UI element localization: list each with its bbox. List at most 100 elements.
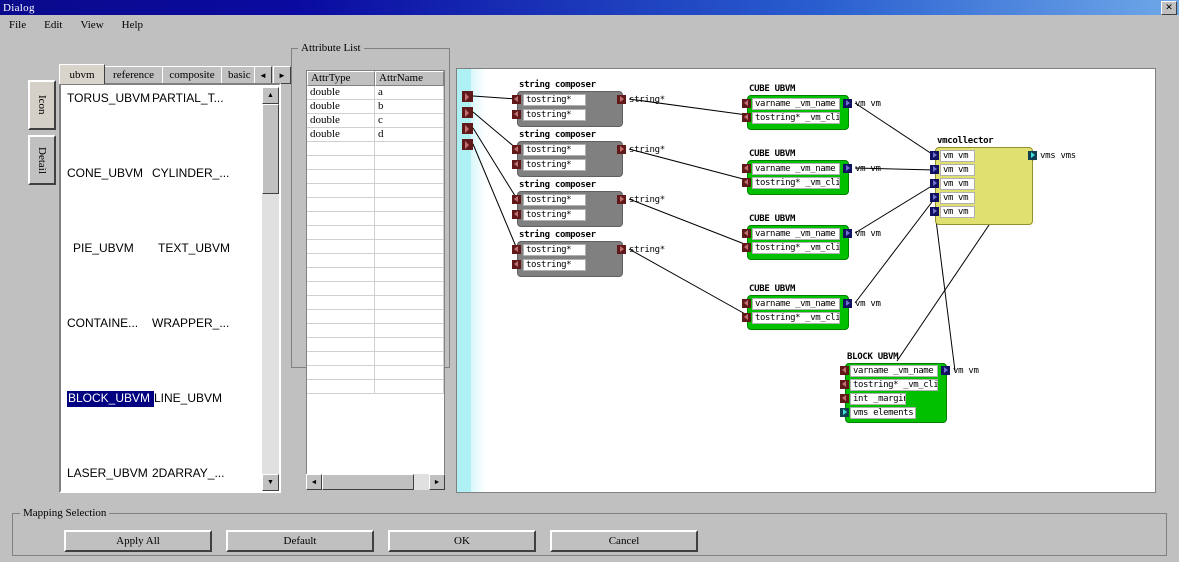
menu-item-view[interactable]: View xyxy=(71,17,112,33)
node-vmcollector[interactable]: vmcollector vm vm vm vm vm vm vm vm vm v… xyxy=(930,136,1076,225)
cell-attrname[interactable]: c xyxy=(375,114,444,128)
input-port[interactable] xyxy=(742,299,751,308)
cell-attrtype[interactable] xyxy=(307,296,375,310)
hscrollbar-thumb[interactable] xyxy=(322,474,414,490)
input-port[interactable] xyxy=(742,99,751,108)
output-port[interactable] xyxy=(1028,151,1037,160)
input-port[interactable] xyxy=(512,95,521,104)
table-row-empty[interactable] xyxy=(307,310,444,324)
output-port[interactable] xyxy=(941,366,950,375)
node-cube-ubvm[interactable]: CUBE UBVM varname _vm_name tostring* _vm… xyxy=(742,84,881,130)
cell-attrname[interactable] xyxy=(375,184,444,198)
cell-attrname[interactable] xyxy=(375,296,444,310)
table-row-empty[interactable] xyxy=(307,380,444,394)
cell-attrname[interactable] xyxy=(375,226,444,240)
table-row-empty[interactable] xyxy=(307,366,444,380)
hscroll-left-icon[interactable]: ◄ xyxy=(306,474,322,490)
input-port[interactable] xyxy=(742,313,751,322)
cell-attrname[interactable]: a xyxy=(375,86,444,100)
node-string-composer[interactable]: string composer tostring* tostring* stri… xyxy=(512,180,665,227)
input-port[interactable] xyxy=(512,145,521,154)
column-header-attrtype[interactable]: AttrType xyxy=(307,71,375,86)
menu-item-help[interactable]: Help xyxy=(113,17,152,33)
hscroll-right-icon[interactable]: ► xyxy=(429,474,445,490)
table-row-empty[interactable] xyxy=(307,268,444,282)
cell-attrname[interactable] xyxy=(375,310,444,324)
list-item-col2[interactable]: WRAPPER_... xyxy=(152,316,229,332)
input-port[interactable] xyxy=(840,408,849,417)
cell-attrname[interactable] xyxy=(375,170,444,184)
attribute-table[interactable]: AttrType AttrName double a double b double… xyxy=(306,70,445,480)
table-row-empty[interactable] xyxy=(307,226,444,240)
tab-reference[interactable]: reference xyxy=(104,66,163,83)
attribute-table-hscrollbar[interactable]: ◄ ► xyxy=(306,474,445,490)
menu-item-edit[interactable]: Edit xyxy=(35,17,71,33)
cell-attrname[interactable] xyxy=(375,366,444,380)
scrollbar-thumb[interactable] xyxy=(262,104,279,194)
input-port[interactable] xyxy=(930,207,939,216)
cell-attrtype[interactable] xyxy=(307,380,375,394)
table-row-empty[interactable] xyxy=(307,352,444,366)
node-string-composer[interactable]: string composer tostring* tostring* stri… xyxy=(512,230,665,277)
table-row-empty[interactable] xyxy=(307,184,444,198)
table-row-empty[interactable] xyxy=(307,142,444,156)
table-row-empty[interactable] xyxy=(307,324,444,338)
column-header-attrname[interactable]: AttrName xyxy=(375,71,444,86)
input-port[interactable] xyxy=(742,229,751,238)
default-button[interactable]: Default xyxy=(226,530,374,552)
node-cube-ubvm[interactable]: CUBE UBVM varname _vm_name tostring* _vm… xyxy=(742,149,881,195)
cell-attrtype[interactable] xyxy=(307,352,375,366)
canvas-edge-port[interactable] xyxy=(462,139,473,150)
component-list[interactable]: TORUS_UBVM PARTIAL_T... CONE_UBVM CYLIND… xyxy=(63,87,264,491)
input-port[interactable] xyxy=(930,151,939,160)
cell-attrtype[interactable] xyxy=(307,324,375,338)
input-port[interactable] xyxy=(742,243,751,252)
cell-attrtype[interactable] xyxy=(307,156,375,170)
input-port[interactable] xyxy=(840,394,849,403)
cell-attrtype[interactable]: double xyxy=(307,100,375,114)
table-row-empty[interactable] xyxy=(307,282,444,296)
cell-attrname[interactable] xyxy=(375,198,444,212)
output-port[interactable] xyxy=(843,164,852,173)
cell-attrtype[interactable] xyxy=(307,198,375,212)
output-port[interactable] xyxy=(617,245,626,254)
cell-attrtype[interactable] xyxy=(307,366,375,380)
canvas-edge-port[interactable] xyxy=(462,107,473,118)
list-item-col1[interactable]: CONE_UBVM xyxy=(67,166,152,182)
cell-attrname[interactable]: b xyxy=(375,100,444,114)
input-port[interactable] xyxy=(840,366,849,375)
scroll-up-icon[interactable]: ▲ xyxy=(262,87,279,104)
tab-icon[interactable]: Icon xyxy=(28,80,56,130)
cell-attrname[interactable] xyxy=(375,142,444,156)
list-item-col1[interactable]: BLOCK_UBVM xyxy=(66,390,155,408)
menu-item-file[interactable]: File xyxy=(0,17,35,33)
apply-all-button[interactable]: Apply All xyxy=(64,530,212,552)
hscrollbar-trough[interactable] xyxy=(414,474,429,490)
cell-attrname[interactable] xyxy=(375,380,444,394)
input-port[interactable] xyxy=(742,178,751,187)
cell-attrname[interactable] xyxy=(375,338,444,352)
cell-attrtype[interactable]: double xyxy=(307,86,375,100)
cell-attrname[interactable]: d xyxy=(375,128,444,142)
input-port[interactable] xyxy=(512,160,521,169)
list-item-col2[interactable]: 2DARRAY_... xyxy=(152,466,224,482)
tab-ubvm[interactable]: ubvm xyxy=(59,64,105,84)
canvas-edge-port[interactable] xyxy=(462,123,473,134)
scroll-down-icon[interactable]: ▼ xyxy=(262,474,279,491)
cell-attrname[interactable] xyxy=(375,212,444,226)
cell-attrtype[interactable] xyxy=(307,240,375,254)
input-port[interactable] xyxy=(840,380,849,389)
input-port[interactable] xyxy=(742,164,751,173)
cell-attrname[interactable] xyxy=(375,254,444,268)
table-row-empty[interactable] xyxy=(307,156,444,170)
cell-attrtype[interactable] xyxy=(307,268,375,282)
input-port[interactable] xyxy=(512,260,521,269)
node-cube-ubvm[interactable]: CUBE UBVM varname _vm_name tostring* _vm… xyxy=(742,284,881,330)
input-port[interactable] xyxy=(512,245,521,254)
output-port[interactable] xyxy=(617,95,626,104)
table-row-empty[interactable] xyxy=(307,170,444,184)
graph-canvas[interactable]: string composer tostring* tostring* stri… xyxy=(456,68,1156,493)
cell-attrtype[interactable] xyxy=(307,254,375,268)
list-item-col1[interactable]: TORUS_UBVM xyxy=(67,91,152,107)
cell-attrname[interactable] xyxy=(375,156,444,170)
